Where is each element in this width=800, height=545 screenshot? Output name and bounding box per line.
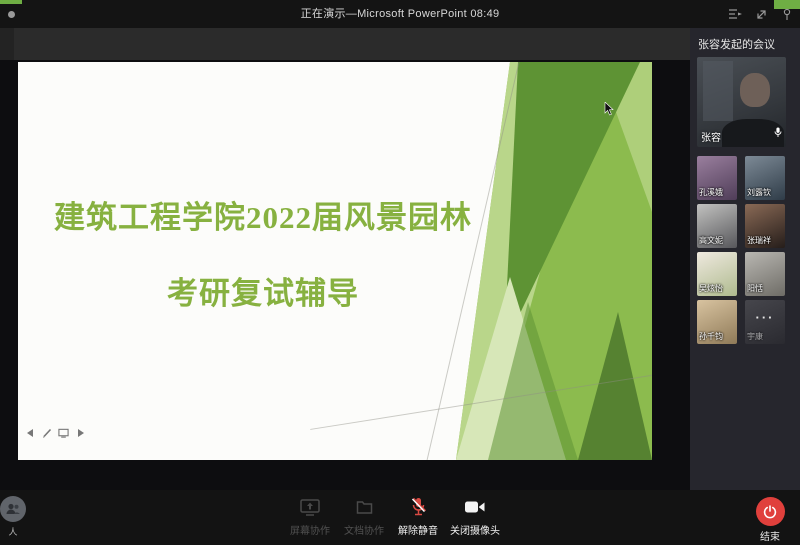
participant-tile[interactable]: 阳恬	[745, 252, 785, 296]
toolbar-unmute-button[interactable]: 解除静音	[396, 497, 440, 537]
powerpoint-slide: 建筑工程学院2022届风景园林 考研复试辅导	[18, 62, 652, 460]
participant-tile[interactable]: 张瑞祥	[745, 204, 785, 248]
pen-icon[interactable]	[41, 427, 52, 438]
mic-icon	[774, 125, 782, 143]
slide-edge-sliver-left	[0, 0, 22, 4]
speaker-silhouette-head	[740, 73, 770, 107]
slide-title-line-1: 建筑工程学院2022届风景园林	[28, 192, 498, 237]
document-icon	[356, 497, 373, 517]
toolbar-button-label: 关闭摄像头	[450, 522, 500, 537]
mouse-cursor	[604, 102, 614, 116]
video-background	[703, 61, 733, 121]
presenting-status-title: 正在演示—Microsoft PowerPoint 08:49	[0, 0, 800, 28]
toolbar-button-label: 解除静音	[398, 522, 438, 537]
speaker-name-label: 张容	[701, 129, 721, 144]
participants-sidebar: 张容发起的会议 张容 孔溪娥 刘露钦高文妮 张瑞祥吴炫怡 阳恬孙千钧 ··· 宇康	[690, 28, 800, 490]
next-arrow-icon[interactable]	[75, 427, 86, 438]
slideshow-icon[interactable]	[58, 427, 69, 438]
title-bar: 正在演示—Microsoft PowerPoint 08:49	[0, 0, 800, 28]
participant-name-label: 孙千钧	[699, 331, 723, 342]
participant-tile[interactable]: 孙千钧	[697, 300, 737, 344]
participant-name-label: 宇康	[747, 331, 763, 342]
participant-name-label: 刘露钦	[747, 187, 771, 198]
screen-share-icon	[300, 497, 320, 517]
meeting-app-window: 正在演示—Microsoft PowerPoint 08:49 建筑工程学院20…	[0, 0, 800, 545]
participant-name-label: 吴炫怡	[699, 283, 723, 294]
participant-thumbnail-grid: 孔溪娥 刘露钦高文妮 张瑞祥吴炫怡 阳恬孙千钧 ··· 宇康	[697, 156, 793, 344]
end-meeting-button[interactable]: 结束	[748, 497, 792, 543]
participant-name-label: 阳恬	[747, 283, 763, 294]
participant-name-label: 张瑞祥	[747, 235, 771, 246]
end-meeting-label: 结束	[748, 528, 792, 543]
slide-title-line-2: 考研复试辅导	[28, 268, 498, 313]
meeting-toolbar: 人 屏幕协作文档协作解除静音关闭摄像头 结束	[0, 490, 800, 545]
prev-arrow-icon[interactable]	[24, 427, 35, 438]
toolbar-center-buttons: 屏幕协作文档协作解除静音关闭摄像头	[288, 497, 500, 537]
participant-tile[interactable]: 刘露钦	[745, 156, 785, 200]
meeting-title: 张容发起的会议	[690, 28, 800, 57]
participant-name-label: 孔溪娥	[699, 187, 723, 198]
members-button[interactable]: 人	[0, 496, 32, 538]
participant-tile[interactable]: 孔溪娥	[697, 156, 737, 200]
slideshow-nav-toolbar	[24, 427, 86, 438]
participant-tile[interactable]: 吴炫怡	[697, 252, 737, 296]
slide-edge-sliver-right	[774, 0, 800, 9]
sub-bar-notch	[0, 28, 14, 60]
camera-icon	[464, 497, 486, 517]
more-participants-dots: ···	[745, 310, 785, 325]
exit-fullscreen-icon[interactable]	[754, 7, 768, 21]
members-label: 人	[0, 525, 32, 538]
participant-name-label: 高文妮	[699, 235, 723, 246]
muted-mic-icon	[410, 497, 427, 517]
members-icon	[0, 496, 26, 522]
pin-icon[interactable]	[780, 7, 794, 21]
list-icon[interactable]	[728, 7, 742, 21]
toolbar-doc-collab-button[interactable]: 文档协作	[342, 497, 386, 537]
toolbar-screen-collab-button[interactable]: 屏幕协作	[288, 497, 332, 537]
power-icon	[756, 497, 785, 526]
shared-screen-stage: 建筑工程学院2022届风景园林 考研复试辅导	[0, 60, 690, 490]
toolbar-camera-button[interactable]: 关闭摄像头	[450, 497, 500, 537]
toolbar-button-label: 文档协作	[344, 522, 384, 537]
toolbar-button-label: 屏幕协作	[290, 522, 330, 537]
active-speaker-video[interactable]: 张容	[697, 57, 786, 147]
window-sub-bar	[0, 28, 690, 60]
more-participants-tile[interactable]: ··· 宇康	[745, 300, 785, 344]
participant-tile[interactable]: 高文妮	[697, 204, 737, 248]
